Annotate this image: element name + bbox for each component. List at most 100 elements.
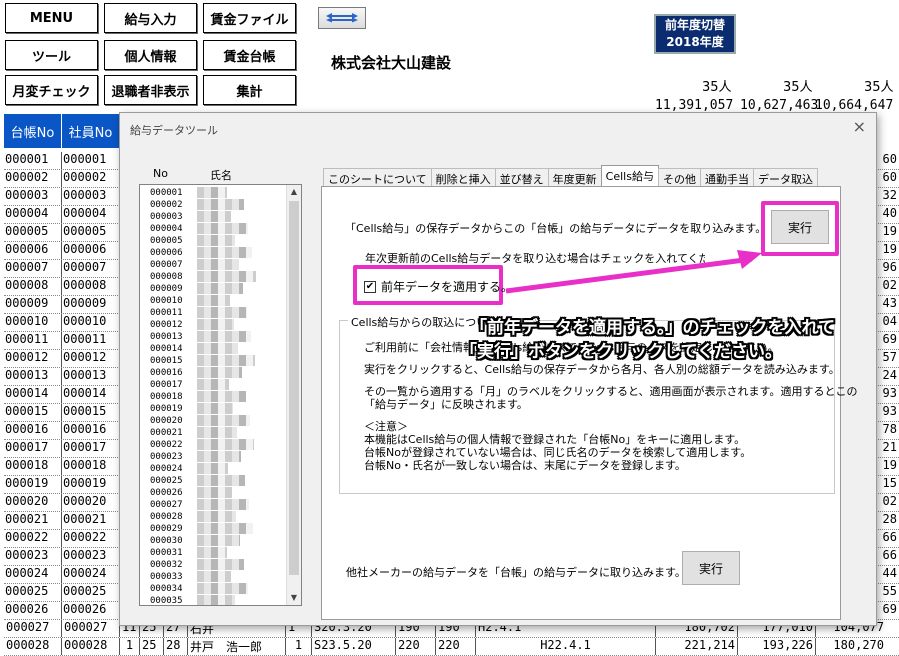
ledger-no-cell[interactable]: 000016 bbox=[4, 422, 62, 439]
personal-info-button[interactable]: 個人情報 bbox=[104, 40, 197, 70]
swap-columns-button[interactable] bbox=[318, 7, 366, 29]
employee-no-cell[interactable]: 000005 bbox=[62, 224, 120, 241]
table-row[interactable]: 000026 000026 bbox=[4, 602, 120, 620]
ledger-no-cell[interactable]: 000001 bbox=[4, 152, 62, 169]
employee-no-cell[interactable]: 000013 bbox=[62, 368, 120, 385]
table-row[interactable]: 000007 000007 bbox=[4, 260, 120, 278]
employee-no-cell[interactable]: 000025 bbox=[62, 584, 120, 601]
name-cell[interactable]: 井戸 浩一郎 bbox=[188, 638, 286, 655]
table-row[interactable]: 000024 000024 bbox=[4, 566, 120, 584]
tools-button[interactable]: ツール bbox=[5, 40, 98, 70]
table-row[interactable]: 000008 000008 bbox=[4, 278, 120, 296]
ledger-no-cell[interactable]: 000019 bbox=[4, 476, 62, 493]
date-cell[interactable]: S23.5.20 bbox=[312, 638, 396, 655]
employee-no-cell[interactable]: 000021 bbox=[62, 512, 120, 529]
employee-no-cell[interactable]: 000001 bbox=[62, 152, 120, 169]
employee-no-cell[interactable]: 000018 bbox=[62, 458, 120, 475]
employee-no-cell[interactable]: 000016 bbox=[62, 422, 120, 439]
ledger-no-cell[interactable]: 000005 bbox=[4, 224, 62, 241]
employee-no-cell[interactable]: 000003 bbox=[62, 188, 120, 205]
employee-no-cell[interactable]: 000017 bbox=[62, 440, 120, 457]
employee-no-cell[interactable]: 000022 bbox=[62, 530, 120, 547]
ledger-no-cell[interactable]: 000027 bbox=[4, 620, 62, 637]
employee-no-cell[interactable]: 000006 bbox=[62, 242, 120, 259]
table-row[interactable]: 000011 000011 bbox=[4, 332, 120, 350]
cell[interactable]: 1 bbox=[120, 638, 140, 655]
ledger-no-cell[interactable]: 000025 bbox=[4, 584, 62, 601]
table-row[interactable]: 000005 000005 bbox=[4, 224, 120, 242]
ledger-no-cell[interactable]: 000023 bbox=[4, 548, 62, 565]
table-row[interactable]: 000016 000016 bbox=[4, 422, 120, 440]
employee-no-cell[interactable]: 000026 bbox=[62, 602, 120, 619]
table-row[interactable]: 000028 000028 1 25 28 井戸 浩一郎 1 S23.5.20 … bbox=[4, 638, 899, 656]
ledger-no-cell[interactable]: 000006 bbox=[4, 242, 62, 259]
amount-cell[interactable]: 221,214 bbox=[656, 638, 738, 655]
ledger-no-cell[interactable]: 000012 bbox=[4, 350, 62, 367]
table-row[interactable]: 000017 000017 bbox=[4, 440, 120, 458]
table-row[interactable]: 000021 000021 bbox=[4, 512, 120, 530]
ledger-no-cell[interactable]: 000017 bbox=[4, 440, 62, 457]
cell[interactable]: H22.4.1 bbox=[476, 638, 656, 655]
ledger-no-cell[interactable]: 000013 bbox=[4, 368, 62, 385]
cell[interactable]: 1 bbox=[286, 638, 312, 655]
ledger-no-cell[interactable]: 000004 bbox=[4, 206, 62, 223]
table-row[interactable]: 000020 000020 bbox=[4, 494, 120, 512]
employee-no-cell[interactable]: 000019 bbox=[62, 476, 120, 493]
amount-cell[interactable]: 193,226 bbox=[738, 638, 816, 655]
employee-no-cell[interactable]: 000007 bbox=[62, 260, 120, 277]
cell[interactable]: 220 bbox=[436, 638, 476, 655]
ledger-no-cell[interactable]: 000010 bbox=[4, 314, 62, 331]
table-row[interactable]: 000025 000025 bbox=[4, 584, 120, 602]
table-row[interactable]: 000022 000022 bbox=[4, 530, 120, 548]
cell[interactable]: 25 bbox=[140, 638, 164, 655]
menu-button[interactable]: MENU bbox=[5, 3, 98, 33]
table-row[interactable]: 000018 000018 bbox=[4, 458, 120, 476]
employee-no-cell[interactable]: 000010 bbox=[62, 314, 120, 331]
previous-year-switch-button[interactable]: 前年度切替 2018年度 bbox=[654, 14, 736, 54]
ledger-no-cell[interactable]: 000026 bbox=[4, 602, 62, 619]
table-row[interactable]: 000003 000003 bbox=[4, 188, 120, 206]
employee-no-cell[interactable]: 000015 bbox=[62, 404, 120, 421]
employee-no-cell[interactable]: 000027 bbox=[62, 620, 120, 637]
ledger-no-cell[interactable]: 000003 bbox=[4, 188, 62, 205]
ledger-no-cell[interactable]: 000009 bbox=[4, 296, 62, 313]
cell[interactable]: 28 bbox=[164, 638, 188, 655]
table-row[interactable]: 000010 000010 bbox=[4, 314, 120, 332]
ledger-no-cell[interactable]: 000014 bbox=[4, 386, 62, 403]
hide-retired-button[interactable]: 退職者非表示 bbox=[104, 75, 197, 105]
ledger-no-cell[interactable]: 000021 bbox=[4, 512, 62, 529]
employee-no-cell[interactable]: 000009 bbox=[62, 296, 120, 313]
table-row[interactable]: 000002 000002 bbox=[4, 170, 120, 188]
employee-no-cell[interactable]: 000023 bbox=[62, 548, 120, 565]
amount-cell[interactable]: 180,270 bbox=[816, 638, 886, 655]
table-row[interactable]: 000001 000001 bbox=[4, 152, 120, 170]
employee-no-cell[interactable]: 000002 bbox=[62, 170, 120, 187]
table-row[interactable]: 000015 000015 bbox=[4, 404, 120, 422]
table-row[interactable]: 000009 000009 bbox=[4, 296, 120, 314]
ledger-no-cell[interactable]: 000015 bbox=[4, 404, 62, 421]
employee-no-cell[interactable]: 000011 bbox=[62, 332, 120, 349]
wage-file-button[interactable]: 賃金ファイル bbox=[203, 3, 296, 33]
ledger-no-cell[interactable]: 000011 bbox=[4, 332, 62, 349]
ledger-no-cell[interactable]: 000028 bbox=[4, 638, 62, 655]
table-row[interactable]: 000013 000013 bbox=[4, 368, 120, 386]
employee-no-cell[interactable]: 000020 bbox=[62, 494, 120, 511]
monthly-check-button[interactable]: 月変チェック bbox=[5, 75, 98, 105]
table-row[interactable]: 000006 000006 bbox=[4, 242, 120, 260]
ledger-no-cell[interactable]: 000022 bbox=[4, 530, 62, 547]
salary-input-button[interactable]: 給与入力 bbox=[104, 3, 197, 33]
ledger-no-cell[interactable]: 000002 bbox=[4, 170, 62, 187]
ledger-no-cell[interactable]: 000008 bbox=[4, 278, 62, 295]
employee-no-cell[interactable]: 000014 bbox=[62, 386, 120, 403]
employee-no-cell[interactable]: 000028 bbox=[62, 638, 120, 655]
totals-button[interactable]: 集計 bbox=[203, 75, 296, 105]
table-row[interactable]: 000012 000012 bbox=[4, 350, 120, 368]
table-row[interactable]: 000004 000004 bbox=[4, 206, 120, 224]
ledger-no-cell[interactable]: 000024 bbox=[4, 566, 62, 583]
employee-no-cell[interactable]: 000008 bbox=[62, 278, 120, 295]
table-row[interactable]: 000023 000023 bbox=[4, 548, 120, 566]
employee-no-cell[interactable]: 000012 bbox=[62, 350, 120, 367]
table-row[interactable]: 000014 000014 bbox=[4, 386, 120, 404]
table-row[interactable]: 000019 000019 bbox=[4, 476, 120, 494]
cell[interactable]: 220 bbox=[396, 638, 436, 655]
